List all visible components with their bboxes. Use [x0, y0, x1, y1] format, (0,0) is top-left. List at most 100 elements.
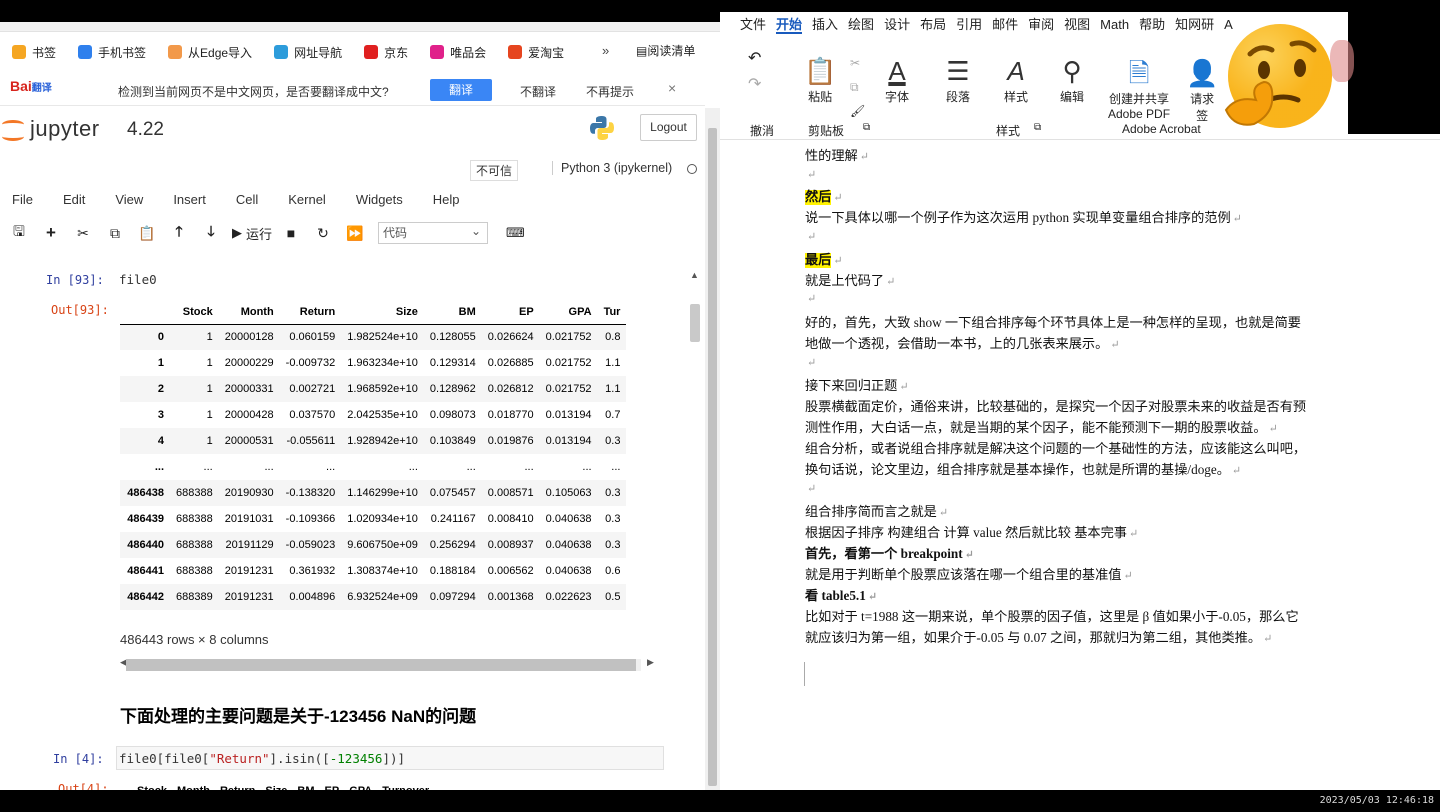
ribbon-tab[interactable]: 布局 — [920, 17, 946, 32]
table-cell: 0.019876 — [487, 435, 534, 447]
edit-button[interactable]: ⚲ 编辑 — [1060, 54, 1084, 105]
menu-kernel[interactable]: Kernel — [288, 192, 326, 207]
copy-icon[interactable]: ⧉ — [102, 221, 128, 245]
ribbon-tab[interactable]: 文件 — [740, 17, 766, 32]
redo-icon[interactable]: ↷ — [748, 74, 761, 94]
clipboard-group-label: 剪贴板 — [808, 124, 845, 138]
paste-icon[interactable]: 📋 — [134, 221, 160, 245]
font-button[interactable]: A 字体 — [885, 54, 909, 105]
ribbon-tab[interactable]: 开始 — [776, 17, 803, 34]
ribbon-tab[interactable]: 设计 — [884, 17, 910, 32]
menu-view[interactable]: View — [115, 192, 143, 207]
scroll-up-icon[interactable]: ▲ — [690, 270, 699, 280]
ribbon-tab[interactable]: Math — [1100, 17, 1129, 32]
table-cell: 1 — [206, 357, 213, 369]
menu-file[interactable]: File — [12, 192, 33, 207]
restart-icon[interactable]: ↻ — [310, 221, 336, 245]
stop-icon[interactable]: ■ — [278, 221, 304, 245]
bookmark-item[interactable]: 京东 — [364, 44, 408, 61]
notebook-scrollbar[interactable]: ▲ — [688, 270, 702, 790]
keyboard-icon[interactable]: ⌨ — [506, 225, 525, 241]
translate-button[interactable]: 翻译 — [430, 79, 492, 101]
adobe-pdf-button[interactable]: 🗎 创建并共享 Adobe PDF — [1108, 56, 1170, 121]
ribbon-tab[interactable]: 绘图 — [848, 17, 874, 32]
jupyter-logo[interactable]: jupyter — [2, 116, 100, 142]
table-cell: 2.042535e+10 — [347, 409, 418, 421]
scroll-thumb[interactable] — [126, 659, 636, 671]
table-cell: 0.037570 — [289, 409, 336, 421]
menu-cell[interactable]: Cell — [236, 192, 258, 207]
paragraph-button[interactable]: ☰ 段落 — [946, 54, 970, 105]
copy-icon[interactable]: ⧉ — [850, 80, 859, 95]
run-button[interactable]: ▶ 运行 — [232, 224, 272, 243]
ribbon-tab[interactable]: 审阅 — [1028, 17, 1054, 32]
table-cell: 0.008571 — [487, 487, 534, 499]
bookmark-item[interactable]: 网址导航 — [274, 44, 342, 61]
address-bar[interactable] — [0, 22, 720, 32]
menu-edit[interactable]: Edit — [63, 192, 85, 207]
kernel-name[interactable]: Python 3 (ipykernel) — [552, 161, 672, 175]
table-row: 4 1 20000531 -0.055611 1.928942e+10 0.103849 0… — [120, 428, 627, 454]
cut-icon[interactable]: ✂ — [70, 221, 96, 245]
move-up-icon[interactable]: 🡑 — [166, 221, 192, 245]
notebook-toolbar: 🖫 + ✂ ⧉ 📋 🡑 🡓 ▶ 运行 ■ ↻ ⏩ 代码 ⌨ — [0, 218, 705, 248]
fast-forward-icon[interactable]: ⏩ — [342, 221, 368, 245]
add-cell-icon[interactable]: + — [38, 221, 64, 245]
trust-indicator[interactable]: 不可信 — [470, 160, 519, 181]
logout-button[interactable]: Logout — [640, 114, 697, 141]
table-cell: -0.009732 — [285, 357, 336, 369]
table-cell: ... — [582, 461, 592, 473]
save-icon[interactable]: 🖫 — [6, 221, 32, 245]
bookmark-item[interactable]: 书签 — [12, 44, 56, 61]
ribbon-tab[interactable]: 引用 — [956, 17, 982, 32]
table-cell: 0.021752 — [545, 383, 592, 395]
row-index: 4 — [157, 435, 164, 447]
bookmarks-overflow-icon[interactable]: » — [602, 43, 609, 58]
scroll-right-icon[interactable]: ▶ — [647, 657, 654, 668]
scroll-thumb[interactable] — [690, 304, 700, 342]
paragraph-icon: ☰ — [946, 56, 970, 86]
bookmark-item[interactable]: 唯品会 — [430, 44, 486, 61]
notebook-area[interactable]: In [93]: file0 Out[93]: Stock Month Return… — [0, 250, 705, 790]
ribbon-tab[interactable]: 插入 — [812, 17, 838, 32]
run-label: 运行 — [246, 226, 273, 242]
launcher-icon[interactable]: ⧉ — [863, 122, 870, 133]
horizontal-scrollbar[interactable]: ◀ ▶ — [120, 657, 655, 671]
table-cell: ... — [326, 461, 336, 473]
scroll-thumb[interactable] — [708, 128, 717, 786]
reading-list-button[interactable]: ▤ 阅读清单 — [636, 42, 695, 59]
code-line[interactable]: file0 — [119, 272, 157, 287]
table-cell: 0.040638 — [545, 513, 592, 525]
never-prompt-button[interactable]: 不再提示 — [586, 83, 634, 100]
table-cell: 0.256294 — [429, 539, 476, 551]
table-row: 486440 688388 20191129 -0.059023 9.606750e+0… — [120, 532, 627, 558]
page-scrollbar[interactable] — [705, 108, 720, 790]
paste-button[interactable]: 📋 粘贴 — [804, 54, 836, 105]
styles-button[interactable]: A 样式 — [1004, 54, 1028, 105]
close-icon[interactable]: × — [668, 80, 676, 96]
column-header: Month — [218, 300, 280, 325]
table-cell: ... — [524, 461, 534, 473]
bookmark-item[interactable]: 手机书签 — [78, 44, 146, 61]
code-line[interactable]: file0[file0["Return"].isin([-123456])] — [119, 751, 405, 766]
menu-insert[interactable]: Insert — [173, 192, 206, 207]
cell-type-select[interactable]: 代码 — [378, 221, 489, 244]
bookmark-item[interactable]: 从Edge导入 — [168, 44, 252, 61]
table-cell: 0.002721 — [289, 383, 336, 395]
no-translate-button[interactable]: 不翻译 — [520, 83, 556, 100]
ribbon-tab[interactable]: 视图 — [1064, 17, 1090, 32]
bookmark-icon — [168, 45, 183, 59]
format-painter-icon[interactable]: 🖌 — [850, 104, 865, 118]
launcher-icon[interactable]: ⧉ — [1034, 122, 1041, 133]
table-cell: 688388 — [176, 565, 213, 577]
undo-icon[interactable]: ↶ — [748, 48, 761, 68]
ribbon-tab[interactable]: 邮件 — [992, 17, 1018, 32]
table-cell: 0.128962 — [429, 383, 476, 395]
move-down-icon[interactable]: 🡓 — [198, 221, 224, 245]
ribbon-tab[interactable]: 帮助 — [1139, 17, 1165, 32]
cut-icon[interactable]: ✂ — [850, 56, 860, 70]
bookmark-item[interactable]: 爱淘宝 — [508, 44, 564, 61]
menu-widgets[interactable]: Widgets — [356, 192, 403, 207]
menu-help[interactable]: Help — [433, 192, 460, 207]
column-header: Size — [260, 779, 293, 790]
